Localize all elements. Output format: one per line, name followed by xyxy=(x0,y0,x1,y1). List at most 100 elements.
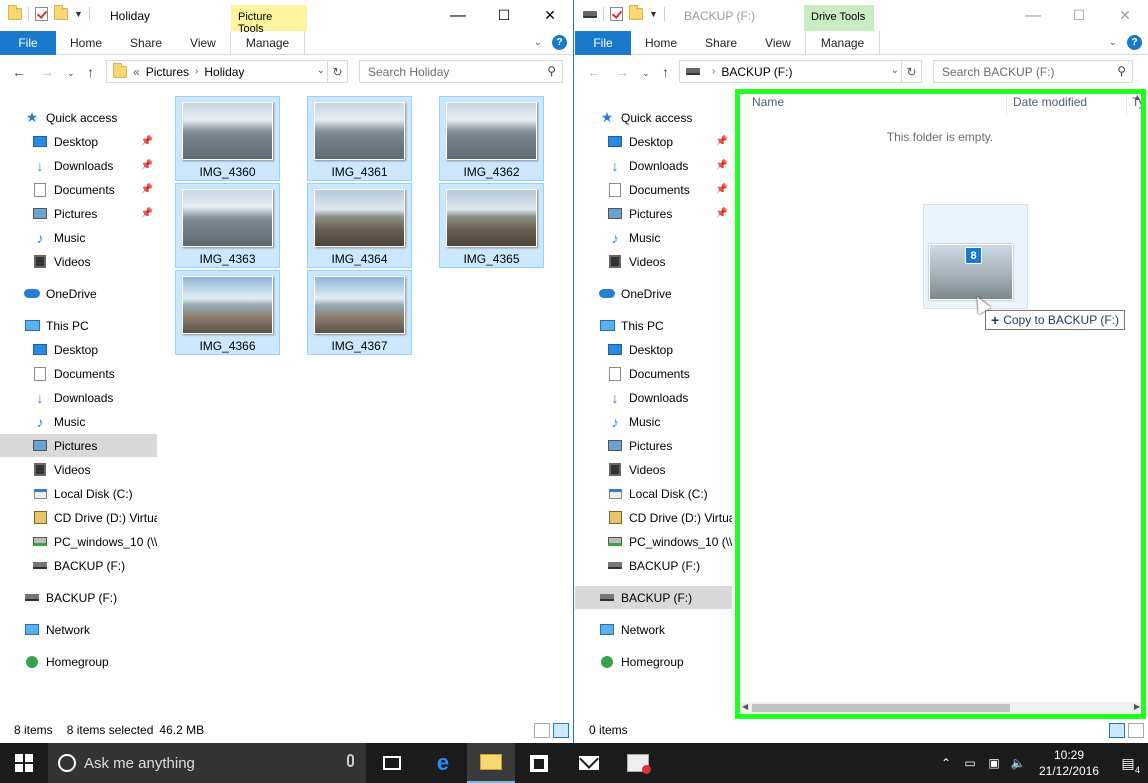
file-thumbnail[interactable]: IMG_4360 xyxy=(175,96,280,181)
tab-file[interactable]: File xyxy=(0,30,56,55)
nav-item[interactable]: ↓ Downloads xyxy=(575,386,732,409)
nav-item[interactable]: Videos xyxy=(0,250,157,273)
nav-item[interactable]: Desktop xyxy=(0,338,157,361)
nav-item[interactable]: Network xyxy=(0,618,157,641)
nav-item[interactable]: Documents xyxy=(575,362,732,385)
nav-item[interactable]: Videos xyxy=(0,458,157,481)
nav-item[interactable]: ★ Quick access xyxy=(575,106,732,129)
chevron-down-icon[interactable]: ▼ xyxy=(649,9,658,19)
search-input[interactable]: Search Holiday ⚲ xyxy=(359,60,563,83)
tab-file[interactable]: File xyxy=(575,30,631,55)
close-button[interactable]: ✕ xyxy=(1102,0,1148,31)
chevron-right-icon[interactable]: › xyxy=(195,66,198,77)
navigation-pane[interactable]: ★ Quick access Desktop 📌 ↓ Downloads 📌 Document… xyxy=(575,88,732,717)
help-icon[interactable]: ? xyxy=(552,35,567,50)
nav-item[interactable]: ↓ Downloads 📌 xyxy=(0,154,157,177)
nav-item[interactable]: Homegroup xyxy=(575,650,732,673)
clock[interactable]: 10:29 21/12/2016 xyxy=(1030,747,1108,779)
large-icons-view-button[interactable] xyxy=(1128,723,1144,738)
file-thumbnail[interactable]: IMG_4366 xyxy=(175,270,280,355)
search-input[interactable]: Search BACKUP (F:) ⚲ xyxy=(933,60,1133,83)
store-button[interactable] xyxy=(515,743,563,783)
nav-item[interactable]: Pictures xyxy=(575,434,732,457)
nav-item[interactable]: Documents 📌 xyxy=(575,178,732,201)
tab-home[interactable]: Home xyxy=(631,31,691,55)
chevron-down-icon[interactable]: ▼ xyxy=(74,9,83,19)
tab-manage[interactable]: Manage xyxy=(229,30,306,55)
help-icon[interactable]: ? xyxy=(1127,35,1142,50)
large-icons-view-button[interactable] xyxy=(553,723,569,738)
nav-item[interactable]: CD Drive (D:) Virtua xyxy=(0,506,157,529)
breadcrumb-backup[interactable]: BACKUP (F:) xyxy=(721,65,792,79)
nav-item[interactable]: Local Disk (C:) xyxy=(575,482,732,505)
close-button[interactable]: ✕ xyxy=(527,0,573,31)
refresh-button[interactable]: ↻ xyxy=(901,61,921,82)
new-folder-icon[interactable] xyxy=(629,5,643,20)
nav-item[interactable]: This PC xyxy=(575,314,732,337)
nav-item[interactable]: Desktop 📌 xyxy=(575,130,732,153)
nav-item[interactable]: ♪ Music xyxy=(0,410,157,433)
network-status-icon[interactable]: ▣ xyxy=(982,743,1006,783)
chevron-right-icon[interactable]: › xyxy=(712,66,715,77)
nav-item[interactable]: Documents xyxy=(0,362,157,385)
nav-item[interactable]: BACKUP (F:) xyxy=(575,586,732,609)
nav-item[interactable]: BACKUP (F:) xyxy=(575,554,732,577)
file-thumbnail[interactable]: IMG_4365 xyxy=(439,183,544,268)
new-folder-icon[interactable] xyxy=(54,5,68,20)
navigation-pane[interactable]: ★ Quick access Desktop 📌 ↓ Downloads 📌 Document… xyxy=(0,88,157,717)
edge-button[interactable]: e xyxy=(419,743,467,783)
refresh-button[interactable]: ↻ xyxy=(327,61,347,82)
maximize-button[interactable]: ☐ xyxy=(1056,0,1102,31)
details-view-button[interactable] xyxy=(534,723,550,738)
chevron-up-icon[interactable]: ⌃ xyxy=(934,743,958,783)
up-button[interactable]: ↑ xyxy=(87,64,94,80)
tab-home[interactable]: Home xyxy=(56,31,116,55)
action-center-button[interactable]: ▤ 4 xyxy=(1108,743,1148,783)
file-thumbnail[interactable]: IMG_4362 xyxy=(439,96,544,181)
breadcrumb-holiday[interactable]: Holiday xyxy=(204,65,244,79)
file-thumbnail[interactable]: IMG_4367 xyxy=(307,270,412,355)
nav-item[interactable]: OneDrive xyxy=(575,282,732,305)
nav-item[interactable]: ↓ Downloads 📌 xyxy=(575,154,732,177)
expand-ribbon-icon[interactable]: ⌄ xyxy=(1109,37,1117,48)
nav-item[interactable]: Pictures 📌 xyxy=(575,202,732,225)
address-dropdown-icon[interactable]: ⌄ xyxy=(891,65,899,76)
back-button[interactable]: ← xyxy=(587,64,601,80)
nav-item[interactable]: Desktop xyxy=(575,338,732,361)
nav-item[interactable]: ♪ Music xyxy=(575,226,732,249)
tab-share[interactable]: Share xyxy=(691,31,751,55)
nav-item[interactable]: Local Disk (C:) xyxy=(0,482,157,505)
task-view-button[interactable] xyxy=(368,743,416,783)
recent-locations-icon[interactable]: ⌄ xyxy=(642,68,650,79)
tab-share[interactable]: Share xyxy=(116,31,176,55)
nav-item[interactable]: PC_windows_10 (\\v xyxy=(0,530,157,553)
nav-item[interactable]: BACKUP (F:) xyxy=(0,586,157,609)
file-view[interactable]: IMG_4360 IMG_4361 IMG_4362 IMG_4363 IMG_4364… xyxy=(157,88,573,717)
volume-icon[interactable]: 🔈 xyxy=(1006,743,1030,783)
address-dropdown-icon[interactable]: ⌄ xyxy=(317,65,325,76)
breadcrumb-overflow[interactable]: « xyxy=(133,65,140,79)
recent-locations-icon[interactable]: ⌄ xyxy=(67,68,75,79)
breadcrumb-pictures[interactable]: Pictures xyxy=(146,65,189,79)
nav-item[interactable]: Videos xyxy=(575,250,732,273)
nav-item[interactable]: Videos xyxy=(575,458,732,481)
maximize-button[interactable]: ☐ xyxy=(481,0,527,31)
tab-view[interactable]: View xyxy=(176,31,230,55)
microphone-icon[interactable] xyxy=(347,754,354,767)
minimize-button[interactable]: — xyxy=(1010,0,1056,31)
cortana-search-box[interactable]: Ask me anything xyxy=(48,743,366,783)
details-view-button[interactable] xyxy=(1109,723,1125,738)
nav-item[interactable]: This PC xyxy=(0,314,157,337)
properties-icon[interactable] xyxy=(35,7,48,21)
nav-item[interactable]: Network xyxy=(575,618,732,641)
tab-view[interactable]: View xyxy=(751,31,805,55)
nav-item[interactable]: BACKUP (F:) xyxy=(0,554,157,577)
file-thumbnail[interactable]: IMG_4364 xyxy=(307,183,412,268)
nav-item[interactable]: PC_windows_10 (\\v xyxy=(575,530,732,553)
nav-item[interactable]: Documents 📌 xyxy=(0,178,157,201)
nav-item[interactable]: ↓ Downloads xyxy=(0,386,157,409)
tab-manage[interactable]: Manage xyxy=(804,30,881,55)
up-button[interactable]: ↑ xyxy=(662,64,669,80)
file-explorer-button[interactable] xyxy=(467,743,515,783)
nav-item[interactable]: CD Drive (D:) Virtua xyxy=(575,506,732,529)
